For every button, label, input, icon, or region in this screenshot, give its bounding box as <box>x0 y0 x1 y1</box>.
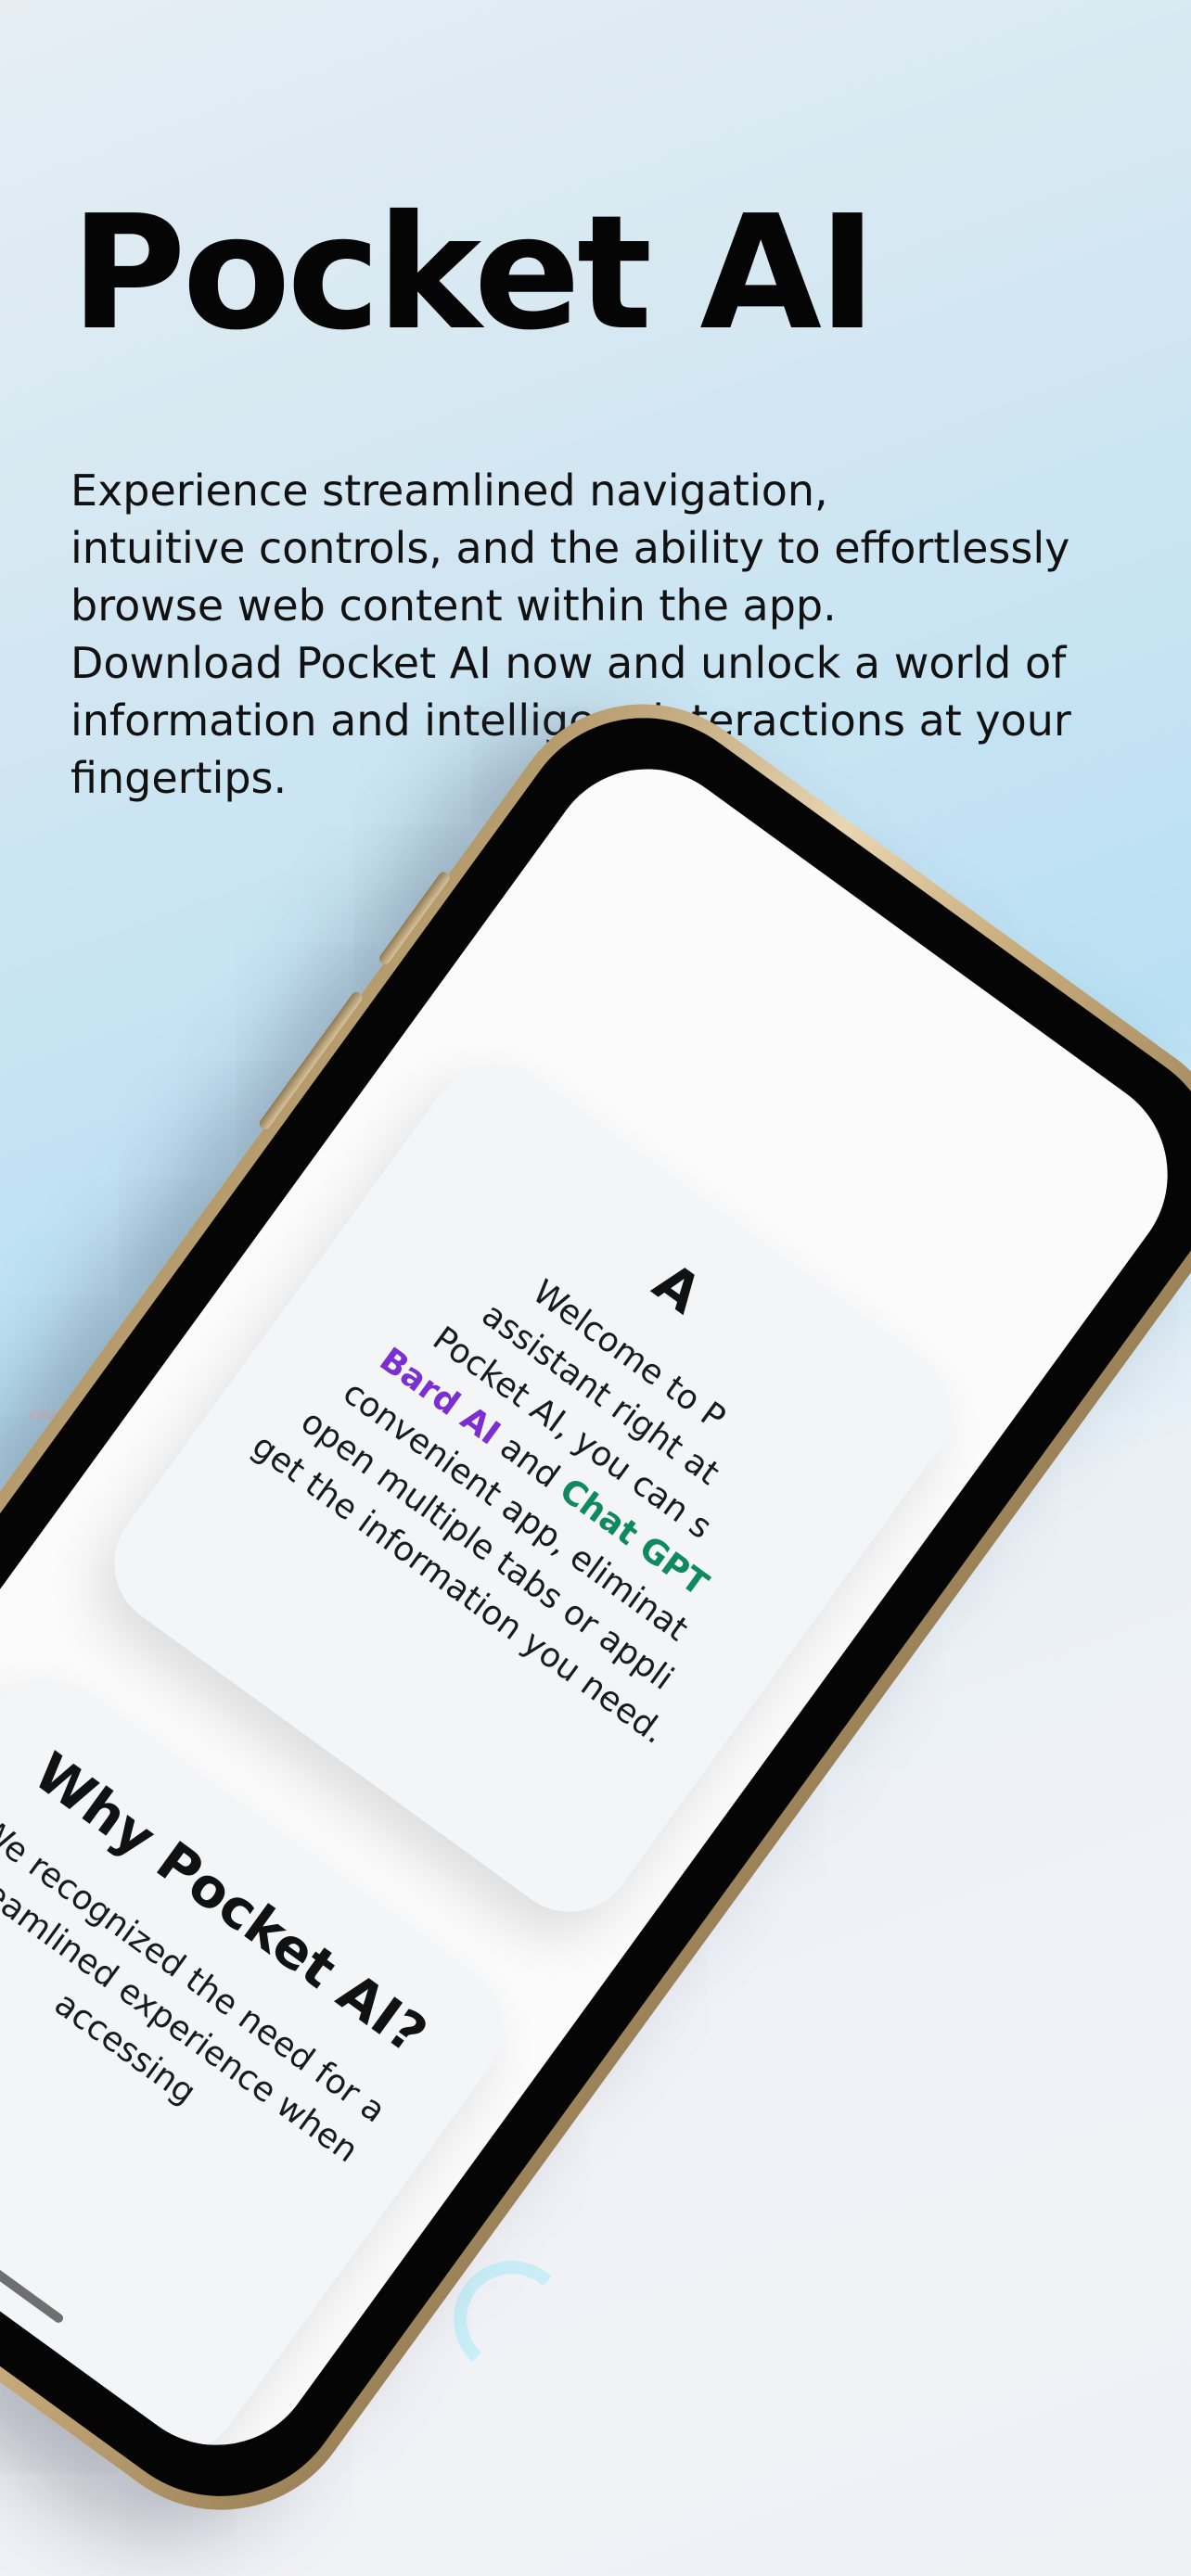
phone-mockup-area: A Welcome to P assistant right at Pocket… <box>0 0 1191 2576</box>
phone-bezel: A Welcome to P assistant right at Pocket… <box>0 667 1191 2547</box>
phone-mockup: A Welcome to P assistant right at Pocket… <box>0 649 1191 2566</box>
phone-screen: A Welcome to P assistant right at Pocket… <box>0 729 1191 2485</box>
about-card-text: Welcome to P assistant right at Pocket A… <box>234 1183 852 1762</box>
